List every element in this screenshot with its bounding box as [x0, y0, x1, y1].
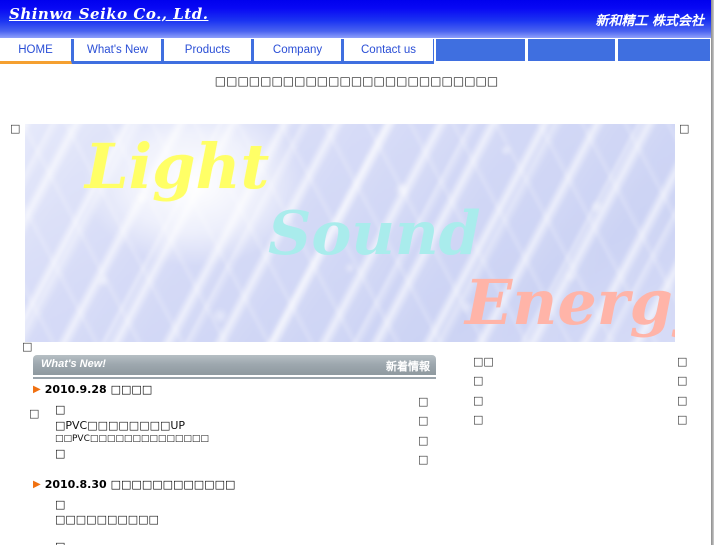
- news-date: 2010.8.30: [44, 477, 107, 491]
- whats-new-title: What's New!: [41, 358, 106, 370]
- main-navigation: HOME What's New Products Company Contact…: [0, 39, 713, 64]
- news-body-line: □: [55, 539, 453, 545]
- nav-item-home[interactable]: HOME: [0, 39, 72, 64]
- page-root: Shinwa Seiko Co., Ltd. 新和精工 株式会社 HOME Wh…: [0, 0, 713, 545]
- news-item-link[interactable]: ▶ 2010.8.30 □□□□□□□□□□□□: [33, 478, 453, 491]
- stray-mark: □: [473, 412, 484, 426]
- nav-item-whats-new[interactable]: What's New: [72, 39, 162, 64]
- stray-mark: □: [677, 374, 688, 388]
- stray-mark: □: [29, 407, 40, 420]
- stray-mark: □: [677, 355, 688, 368]
- stray-mark: □: [677, 412, 688, 426]
- site-header: Shinwa Seiko Co., Ltd. 新和精工 株式会社: [0, 0, 713, 38]
- stray-mark: □: [418, 452, 429, 466]
- news-body: □ □PVC□□□□□□□□UP □□PVC□□□□□□□□□□□□□□ □: [55, 402, 453, 462]
- nav-item-blank-3[interactable]: [616, 39, 711, 64]
- whats-new-title-jp: 新着情報: [386, 360, 430, 373]
- hero-banner[interactable]: Light Sound Energy: [25, 124, 675, 342]
- stray-mark: □: [473, 393, 484, 407]
- stray-mark: □: [418, 433, 429, 447]
- nav-item-company[interactable]: Company: [252, 39, 342, 64]
- news-date: 2010.9.28: [44, 383, 107, 396]
- nav-item-products[interactable]: Products: [162, 39, 252, 64]
- news-body-spacer: [55, 528, 453, 539]
- hero-image: Light Sound Energy: [25, 124, 675, 342]
- stray-mark: □: [418, 414, 429, 428]
- news-body-line: □□PVC□□□□□□□□□□□□□□: [55, 434, 209, 445]
- news-body: □ □□□□□□□□□□ □: [55, 497, 453, 545]
- news-list: ▶ 2010.9.28 □□□□ □ □PVC□□□□□□□□UP □□PVC□…: [33, 383, 453, 545]
- nav-item-blank-2[interactable]: [526, 39, 616, 64]
- news-title: □□□□□□□□□□□□: [110, 477, 236, 491]
- news-item-link[interactable]: ▶ 2010.9.28 □□□□: [33, 383, 453, 396]
- nav-item-whats-new-label: What's New: [87, 44, 148, 56]
- whats-new-header: What's New! 新着情報: [33, 355, 436, 375]
- hero-word-energy: Energy: [465, 266, 675, 339]
- hero-mark-top-right: □: [679, 122, 690, 135]
- stray-mark: □: [677, 393, 688, 407]
- news-body-line: □: [55, 403, 66, 416]
- right-gutter: [713, 0, 727, 545]
- nav-item-home-label: HOME: [18, 44, 53, 56]
- news-body-line: □: [55, 497, 66, 511]
- stray-marks-column-a: □□ □ □ □: [473, 352, 494, 429]
- stray-mark: □: [418, 395, 429, 408]
- stray-marks-column-b: □ □ □ □: [677, 352, 687, 429]
- triangle-bullet-icon: ▶: [33, 384, 41, 395]
- hero-mark-top-left: □: [10, 122, 21, 135]
- site-logo[interactable]: Shinwa Seiko Co., Ltd.: [9, 5, 208, 23]
- intro-text: □□□□□□□□□□□□□□□□□□□□□□□□□: [214, 74, 499, 88]
- news-item: ▶ 2010.8.30 □□□□□□□□□□□□ □ □□□□□□□□□□ □ …: [33, 478, 453, 545]
- nav-item-products-label: Products: [184, 44, 231, 56]
- scrollbar-edge[interactable]: [711, 0, 714, 545]
- whats-new-divider: [33, 377, 436, 379]
- stray-marks-column-d: □: [29, 404, 39, 423]
- nav-item-company-label: Company: [272, 44, 323, 56]
- hero-word-light: Light: [85, 130, 270, 203]
- nav-item-contact-us[interactable]: Contact us: [342, 39, 434, 64]
- nav-item-blank-1[interactable]: [434, 39, 526, 64]
- nav-item-contact-us-label: Contact us: [361, 44, 416, 56]
- news-item: ▶ 2010.9.28 □□□□ □ □PVC□□□□□□□□UP □□PVC□…: [33, 383, 453, 462]
- news-title: □□□□: [110, 383, 153, 396]
- news-body-line: □: [55, 446, 66, 460]
- stray-mark: □: [473, 374, 484, 388]
- whats-new-panel: What's New! 新着情報: [33, 355, 436, 379]
- company-name-jp: 新和精工 株式会社: [595, 14, 704, 29]
- stray-marks-column-c: □ □ □ □: [418, 392, 428, 469]
- triangle-bullet-icon: ▶: [33, 478, 41, 490]
- stray-mark: □□: [473, 355, 494, 368]
- news-body-line: □PVC□□□□□□□□UP: [55, 418, 186, 432]
- news-body-line: □□□□□□□□□□: [55, 513, 159, 527]
- hero-word-sound: Sound: [268, 199, 481, 269]
